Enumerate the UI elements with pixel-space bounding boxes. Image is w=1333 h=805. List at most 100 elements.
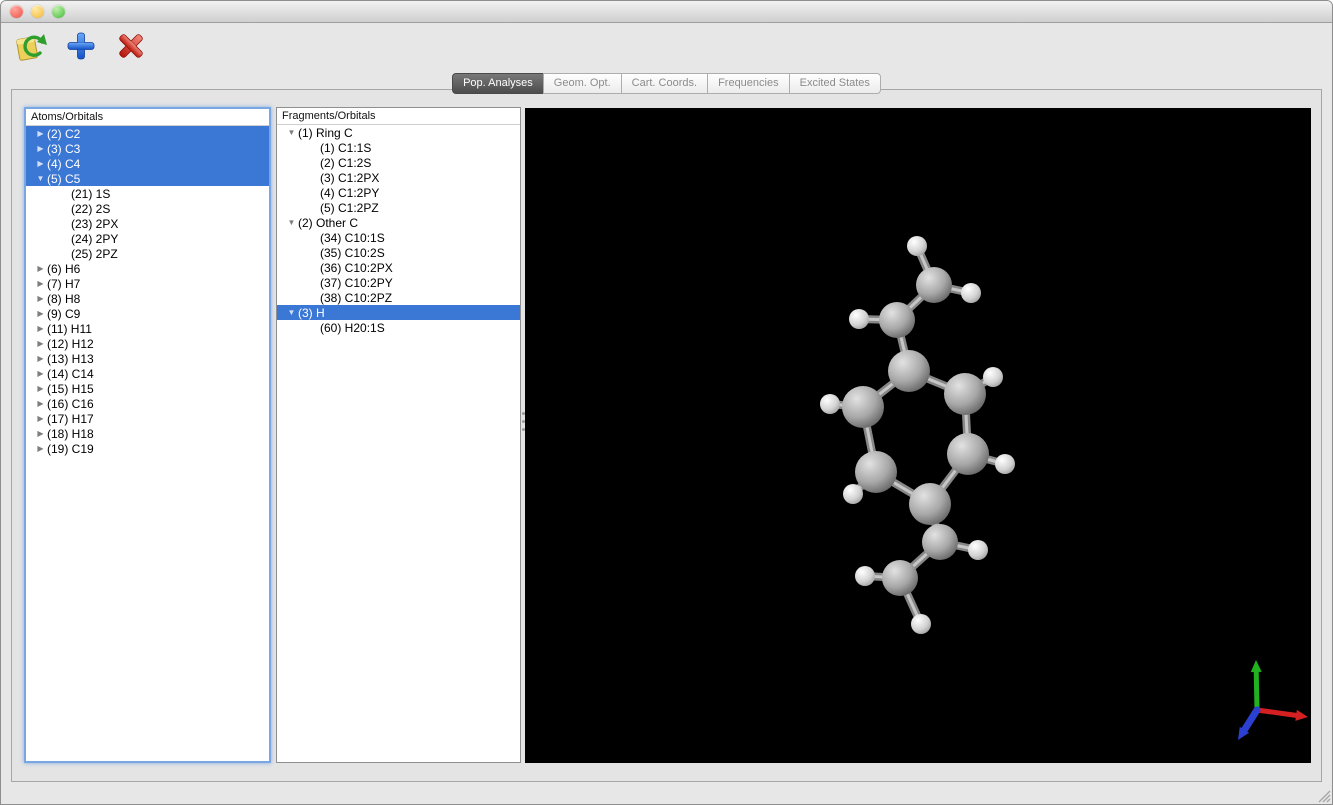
disclosure-triangle-icon[interactable]: ▶ bbox=[34, 414, 47, 423]
disclosure-triangle-icon[interactable]: ▶ bbox=[34, 384, 47, 393]
tree-row-label: (13) H13 bbox=[47, 352, 94, 366]
tree-row-label: (8) H8 bbox=[47, 292, 80, 306]
tree-row-label: (21) 1S bbox=[71, 187, 110, 201]
add-button[interactable] bbox=[63, 28, 99, 64]
tree-row-label: (2) Other C bbox=[298, 216, 358, 230]
carbon-atom bbox=[916, 267, 952, 303]
tree-row[interactable]: ▶(6) H6 bbox=[26, 261, 269, 276]
tree-row-label: (16) C16 bbox=[47, 397, 94, 411]
tab-pop-analyses[interactable]: Pop. Analyses bbox=[452, 73, 544, 94]
disclosure-triangle-icon[interactable]: ▶ bbox=[34, 429, 47, 438]
tree-row[interactable]: (1) C1:1S bbox=[277, 140, 520, 155]
main-content: Atoms/Orbitals ▶(2) C2▶(3) C3▶(4) C4▼(5)… bbox=[11, 89, 1322, 782]
hydrogen-atom bbox=[907, 236, 927, 256]
title-bar[interactable] bbox=[1, 1, 1332, 23]
tree-row[interactable]: (34) C10:1S bbox=[277, 230, 520, 245]
disclosure-triangle-icon[interactable]: ▶ bbox=[34, 129, 47, 138]
tree-row[interactable]: (23) 2PX bbox=[26, 216, 269, 231]
tab-frequencies[interactable]: Frequencies bbox=[707, 73, 790, 94]
viewer-background bbox=[525, 108, 1311, 763]
tree-row[interactable]: (38) C10:2PZ bbox=[277, 290, 520, 305]
tree-row[interactable]: ▶(12) H12 bbox=[26, 336, 269, 351]
carbon-atom bbox=[855, 451, 897, 493]
tree-row[interactable]: (25) 2PZ bbox=[26, 246, 269, 261]
zoom-button[interactable] bbox=[52, 5, 65, 18]
tree-row[interactable]: (24) 2PY bbox=[26, 231, 269, 246]
tree-row[interactable]: ▼(3) H bbox=[277, 305, 520, 320]
tree-row[interactable]: ▶(19) C19 bbox=[26, 441, 269, 456]
tree-row-label: (38) C10:2PZ bbox=[320, 291, 392, 305]
tree-row[interactable]: ▶(14) C14 bbox=[26, 366, 269, 381]
tree-row[interactable]: ▶(18) H18 bbox=[26, 426, 269, 441]
tree-row[interactable]: ▶(3) C3 bbox=[26, 141, 269, 156]
tree-row-label: (37) C10:2PY bbox=[320, 276, 393, 290]
disclosure-triangle-icon[interactable]: ▼ bbox=[285, 128, 298, 137]
open-file-button[interactable] bbox=[13, 28, 49, 64]
disclosure-triangle-icon[interactable]: ▶ bbox=[34, 144, 47, 153]
atoms-orbitals-tree[interactable]: ▶(2) C2▶(3) C3▶(4) C4▼(5) C5(21) 1S(22) … bbox=[26, 126, 269, 761]
delete-button[interactable] bbox=[113, 28, 149, 64]
tree-row[interactable]: ▶(2) C2 bbox=[26, 126, 269, 141]
tree-row[interactable]: (36) C10:2PX bbox=[277, 260, 520, 275]
tree-row-label: (23) 2PX bbox=[71, 217, 118, 231]
tree-row-label: (34) C10:1S bbox=[320, 231, 385, 245]
tree-row-label: (14) C14 bbox=[47, 367, 94, 381]
disclosure-triangle-icon[interactable]: ▶ bbox=[34, 264, 47, 273]
tree-row[interactable]: ▼(5) C5 bbox=[26, 171, 269, 186]
disclosure-triangle-icon[interactable]: ▶ bbox=[34, 354, 47, 363]
tree-row[interactable]: (2) C1:2S bbox=[277, 155, 520, 170]
tab-cart-coords[interactable]: Cart. Coords. bbox=[621, 73, 708, 94]
close-button[interactable] bbox=[10, 5, 23, 18]
tree-row[interactable]: (37) C10:2PY bbox=[277, 275, 520, 290]
carbon-atom bbox=[944, 373, 986, 415]
disclosure-triangle-icon[interactable]: ▶ bbox=[34, 324, 47, 333]
disclosure-triangle-icon[interactable]: ▼ bbox=[285, 218, 298, 227]
fragments-panel-title: Fragments/Orbitals bbox=[277, 108, 520, 125]
tree-row[interactable]: (3) C1:2PX bbox=[277, 170, 520, 185]
tab-geom-opt[interactable]: Geom. Opt. bbox=[543, 73, 622, 94]
tree-row-label: (3) H bbox=[298, 306, 325, 320]
tree-row[interactable]: ▶(16) C16 bbox=[26, 396, 269, 411]
window-resize-grip[interactable] bbox=[1316, 788, 1331, 803]
tree-row[interactable]: ▼(2) Other C bbox=[277, 215, 520, 230]
tree-row-label: (9) C9 bbox=[47, 307, 80, 321]
tree-row-label: (5) C5 bbox=[47, 172, 80, 186]
disclosure-triangle-icon[interactable]: ▶ bbox=[34, 339, 47, 348]
tree-row[interactable]: ▼(1) Ring C bbox=[277, 125, 520, 140]
tree-row[interactable]: (22) 2S bbox=[26, 201, 269, 216]
disclosure-triangle-icon[interactable]: ▶ bbox=[34, 399, 47, 408]
disclosure-triangle-icon[interactable]: ▼ bbox=[34, 174, 47, 183]
tree-row-label: (1) Ring C bbox=[298, 126, 353, 140]
tree-row[interactable]: (4) C1:2PY bbox=[277, 185, 520, 200]
disclosure-triangle-icon[interactable]: ▶ bbox=[34, 279, 47, 288]
molecule-viewer[interactable] bbox=[525, 108, 1311, 763]
tree-row[interactable]: (60) H20:1S bbox=[277, 320, 520, 335]
fragments-orbitals-tree[interactable]: ▼(1) Ring C(1) C1:1S(2) C1:2S(3) C1:2PX(… bbox=[277, 125, 520, 762]
tree-row[interactable]: ▶(8) H8 bbox=[26, 291, 269, 306]
disclosure-triangle-icon[interactable]: ▼ bbox=[285, 308, 298, 317]
tree-row[interactable]: (5) C1:2PZ bbox=[277, 200, 520, 215]
tree-row[interactable]: (35) C10:2S bbox=[277, 245, 520, 260]
hydrogen-atom bbox=[911, 614, 931, 634]
tree-row-label: (5) C1:2PZ bbox=[320, 201, 379, 215]
disclosure-triangle-icon[interactable]: ▶ bbox=[34, 159, 47, 168]
tree-row-label: (35) C10:2S bbox=[320, 246, 385, 260]
tree-row[interactable]: ▶(9) C9 bbox=[26, 306, 269, 321]
tree-row[interactable]: ▶(15) H15 bbox=[26, 381, 269, 396]
disclosure-triangle-icon[interactable]: ▶ bbox=[34, 309, 47, 318]
tree-row[interactable]: (21) 1S bbox=[26, 186, 269, 201]
tree-row-label: (15) H15 bbox=[47, 382, 94, 396]
tree-row[interactable]: ▶(11) H11 bbox=[26, 321, 269, 336]
hydrogen-atom bbox=[961, 283, 981, 303]
tree-row[interactable]: ▶(17) H17 bbox=[26, 411, 269, 426]
tree-row-label: (1) C1:1S bbox=[320, 141, 371, 155]
tree-row[interactable]: ▶(4) C4 bbox=[26, 156, 269, 171]
minimize-button[interactable] bbox=[31, 5, 44, 18]
tab-excited-states[interactable]: Excited States bbox=[789, 73, 881, 94]
disclosure-triangle-icon[interactable]: ▶ bbox=[34, 444, 47, 453]
tree-row-label: (3) C1:2PX bbox=[320, 171, 379, 185]
disclosure-triangle-icon[interactable]: ▶ bbox=[34, 294, 47, 303]
tree-row[interactable]: ▶(7) H7 bbox=[26, 276, 269, 291]
disclosure-triangle-icon[interactable]: ▶ bbox=[34, 369, 47, 378]
tree-row[interactable]: ▶(13) H13 bbox=[26, 351, 269, 366]
